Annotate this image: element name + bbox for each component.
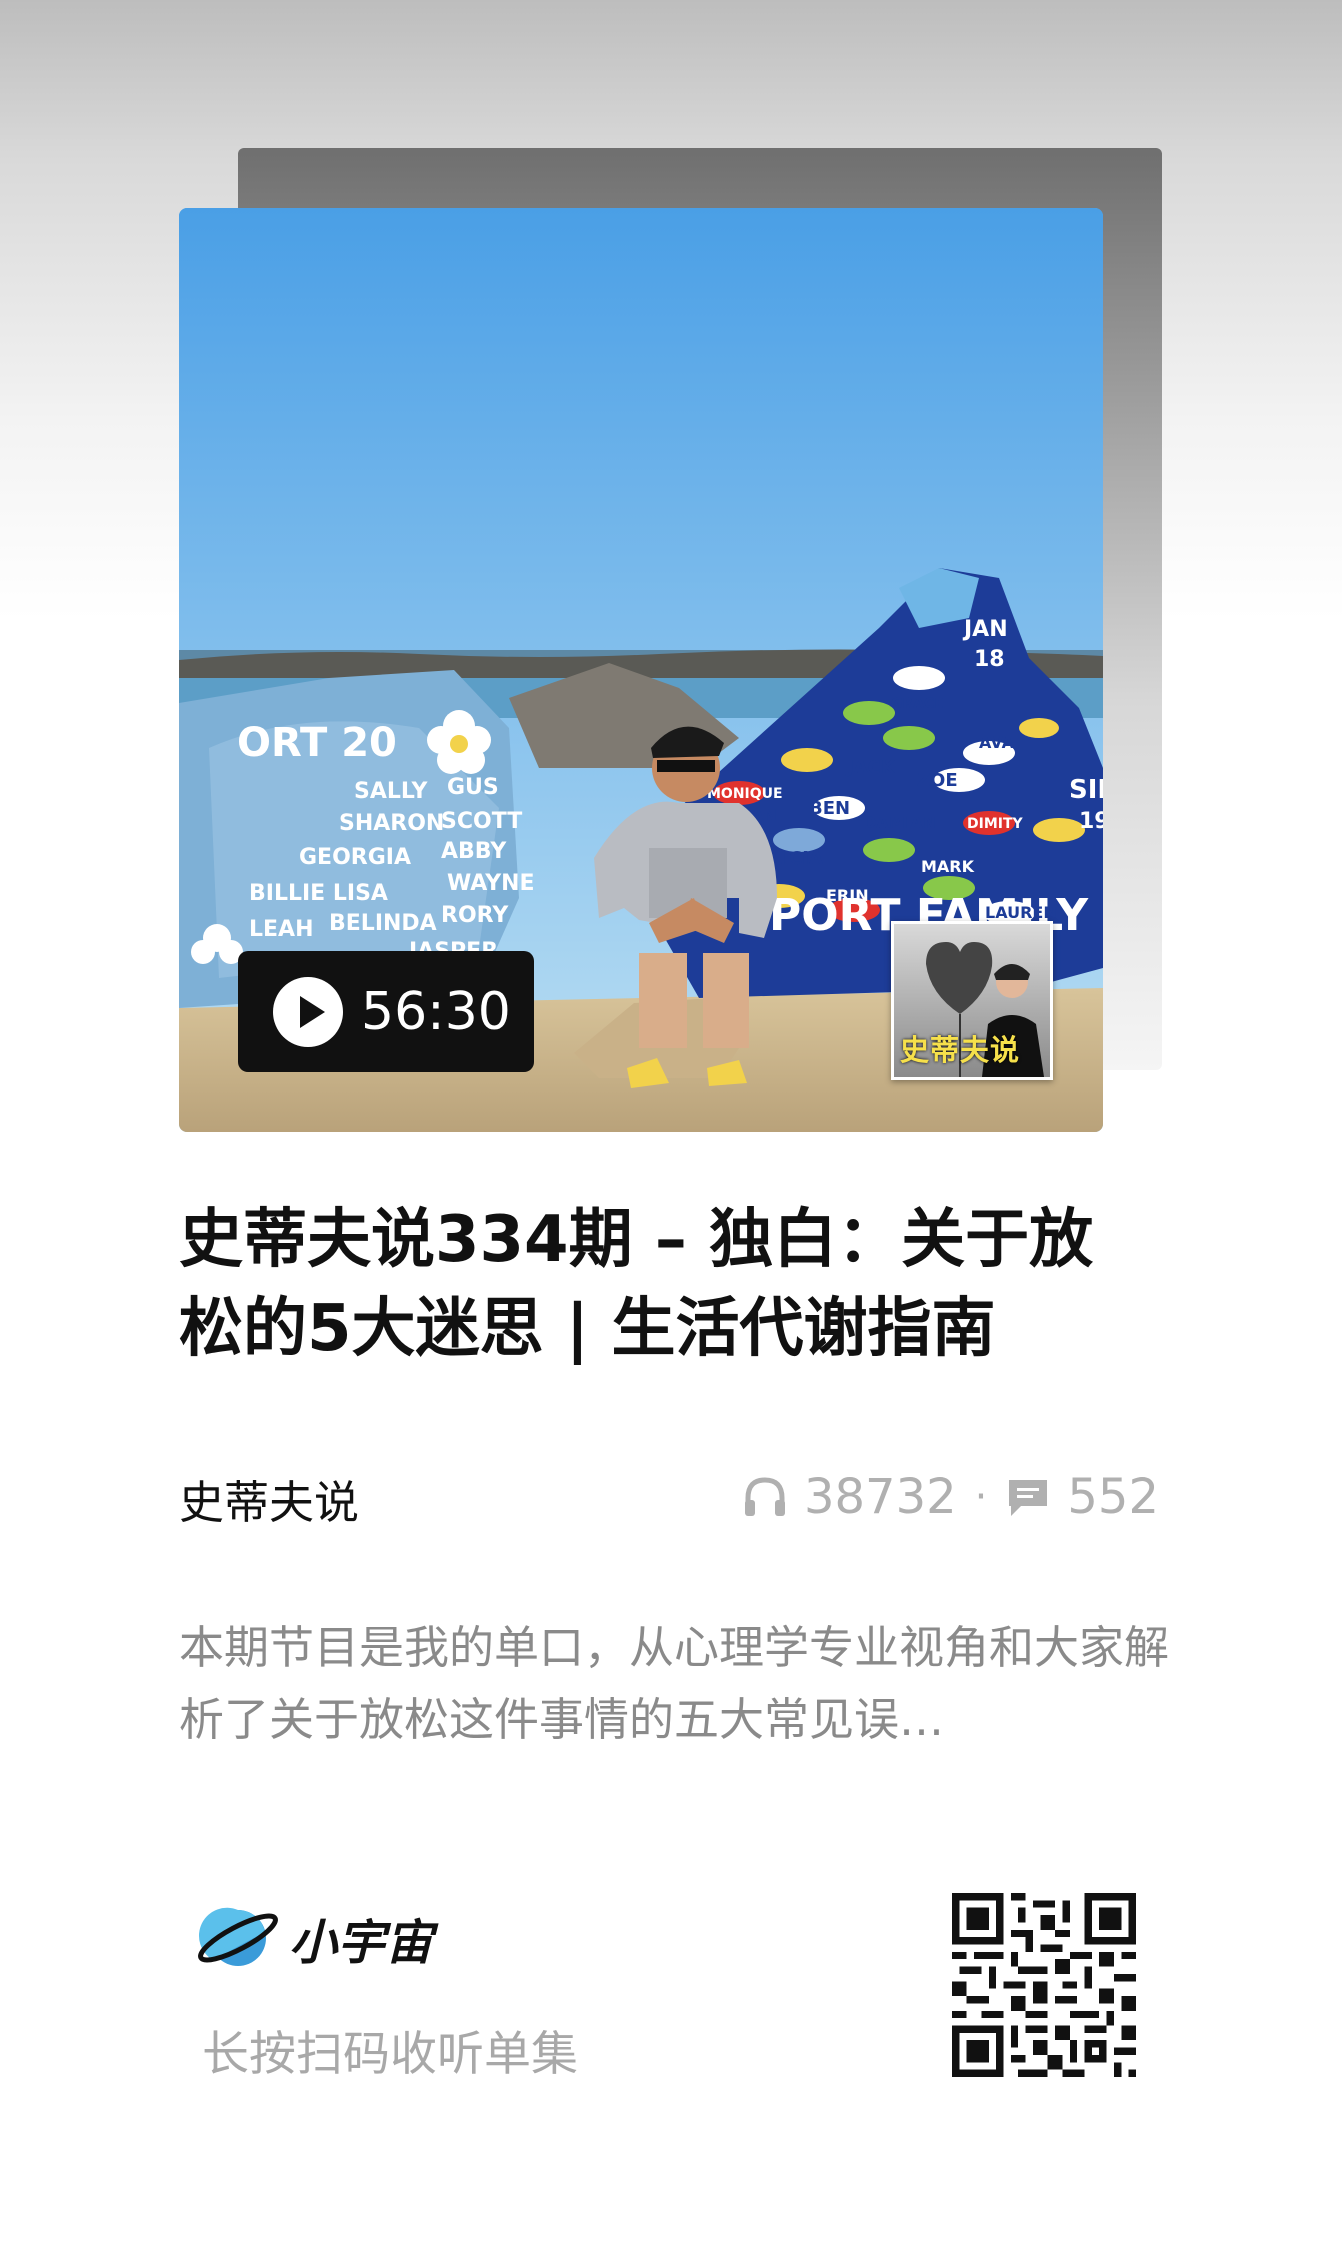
- podcast-thumbnail: 史蒂夫说: [891, 921, 1053, 1080]
- planet-icon: [198, 1907, 278, 1966]
- rock-text: MONIQUE: [707, 786, 783, 802]
- stats-separator: ·: [974, 1474, 988, 1520]
- rock-text: AVA: [979, 733, 1015, 752]
- rock-text: BEN: [809, 798, 850, 819]
- rock-text: ORT 20: [237, 720, 397, 766]
- podcast-name[interactable]: 史蒂夫说: [179, 1466, 359, 1531]
- duration-badge[interactable]: 56:30: [238, 951, 534, 1072]
- rock-text: DAMIAN: [863, 813, 936, 832]
- comment-icon: [1009, 1480, 1048, 1516]
- rock-text: ABBY: [441, 839, 507, 864]
- brand-name: 小宇宙: [289, 1915, 434, 1971]
- rock-text: JAN: [962, 617, 1008, 642]
- episode-title: 史蒂夫说334期 – 独白：关于放松的5大迷思 | 生活代谢指南: [179, 1203, 1094, 1366]
- rock-text: LEAH: [249, 917, 314, 942]
- rock-text: GEORGIA: [299, 845, 411, 870]
- comment-count: 552: [1067, 1469, 1159, 1525]
- rock-text: JACK: [845, 757, 896, 778]
- brand-logo: 小宇宙: [193, 1898, 433, 1978]
- rock-text: DIMITY: [967, 816, 1024, 832]
- rock-text: 18: [974, 647, 1005, 672]
- rock-text: WAYNE: [447, 871, 535, 896]
- rock-text: ERIN: [826, 886, 869, 905]
- rock-text: GUS: [447, 775, 499, 800]
- duration-label: 56:30: [361, 981, 511, 1042]
- qr-code[interactable]: [952, 1893, 1136, 2077]
- thumbnail-label: 史蒂夫说: [900, 1033, 1021, 1067]
- rock-text: RORY: [441, 903, 509, 928]
- play-count: 38732: [803, 1469, 957, 1525]
- rock-text: SALLY: [354, 779, 428, 804]
- rock-text: LAUREN: [985, 903, 1057, 922]
- play-icon[interactable]: [273, 976, 343, 1047]
- rock-text: BILLIE LISA: [249, 881, 388, 906]
- rock-text: SIN: [1069, 775, 1103, 805]
- rock-text: MARK: [921, 857, 975, 876]
- rock-text: SCOTT: [441, 809, 522, 834]
- rock-text: BELINDA: [329, 911, 437, 936]
- rock-text: ZOE: [917, 770, 958, 791]
- rock-text: SHARON: [339, 811, 444, 836]
- episode-description: 本期节目是我的单口，从心理学专业视角和大家解析了关于放松这件事情的五大常见误…: [179, 1621, 1169, 1746]
- rock-text: 19: [1079, 809, 1103, 834]
- headphone-icon: [744, 1477, 785, 1516]
- episode-stats: 38732 · 552: [742, 1469, 1159, 1525]
- scan-hint: 长按扫码收听单集: [202, 2027, 578, 2082]
- rock-text: GRACE: [891, 696, 944, 712]
